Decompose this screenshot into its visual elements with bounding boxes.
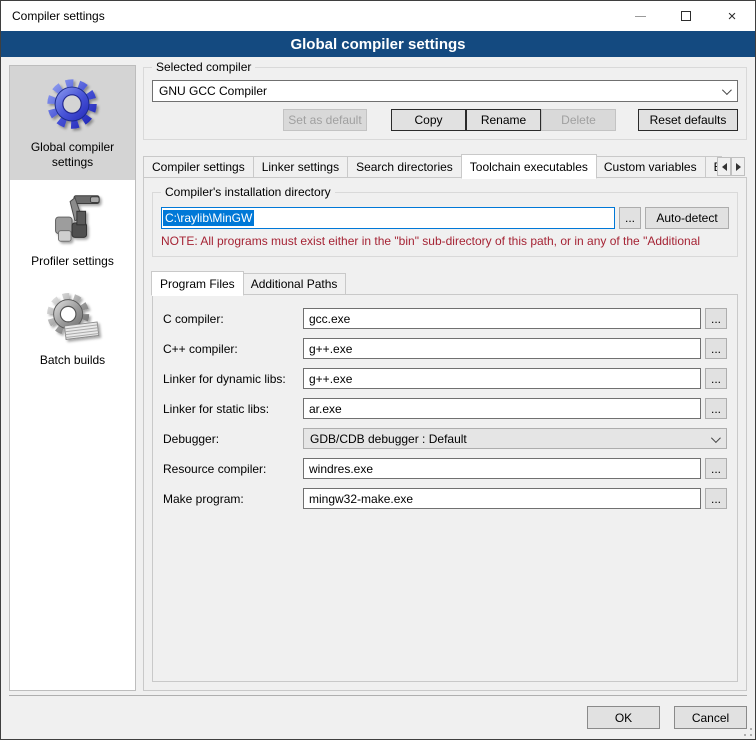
- compiler-settings-dialog: Compiler settings × Global compiler sett…: [0, 0, 756, 740]
- page-title: Global compiler settings: [1, 31, 755, 57]
- field-value: gcc.exe: [309, 312, 350, 326]
- tab-linker-settings[interactable]: Linker settings: [254, 156, 348, 178]
- browse-button[interactable]: ...: [705, 308, 727, 329]
- sidebar-item-profiler-settings[interactable]: Profiler settings: [10, 180, 135, 279]
- close-button[interactable]: ×: [709, 1, 755, 31]
- browse-button[interactable]: ...: [705, 338, 727, 359]
- toolchain-executables-panel: Compiler's installation directory C:\ray…: [143, 177, 747, 691]
- dialog-footer: OK Cancel: [9, 695, 747, 739]
- field-row-linker-dynamic: Linker for dynamic libs: g++.exe ...: [163, 368, 727, 389]
- debugger-select[interactable]: GDB/CDB debugger : Default: [303, 428, 727, 449]
- field-row-debugger: Debugger: GDB/CDB debugger : Default: [163, 428, 727, 449]
- field-row-linker-static: Linker for static libs: ar.exe ...: [163, 398, 727, 419]
- bin-subdirectory-note: NOTE: All programs must exist either in …: [161, 234, 729, 248]
- installation-directory-input[interactable]: C:\raylib\MinGW: [161, 207, 615, 229]
- browse-button[interactable]: ...: [705, 458, 727, 479]
- tab-custom-variables[interactable]: Custom variables: [596, 156, 706, 178]
- field-label: C compiler:: [163, 312, 303, 326]
- minimize-icon: [635, 16, 646, 17]
- batch-builds-icon: [42, 287, 104, 349]
- tab-compiler-settings[interactable]: Compiler settings: [143, 156, 254, 178]
- tab-program-files[interactable]: Program Files: [151, 271, 244, 296]
- resource-compiler-input[interactable]: windres.exe: [303, 458, 701, 479]
- field-label: Resource compiler:: [163, 462, 303, 476]
- linker-static-input[interactable]: ar.exe: [303, 398, 701, 419]
- maximize-icon: [681, 11, 691, 21]
- chevron-down-icon: [711, 433, 721, 443]
- browse-button[interactable]: ...: [705, 398, 727, 419]
- browse-directory-button[interactable]: ...: [619, 207, 641, 229]
- field-value: windres.exe: [309, 462, 373, 476]
- field-label: Linker for dynamic libs:: [163, 372, 303, 386]
- tab-scroll-right-button[interactable]: [731, 157, 745, 176]
- tab-search-directories[interactable]: Search directories: [348, 156, 462, 178]
- resize-grip[interactable]: [744, 728, 752, 736]
- field-value: ar.exe: [309, 402, 342, 416]
- ok-button[interactable]: OK: [587, 706, 660, 729]
- program-files-panel: C compiler: gcc.exe ... C++ compiler: g+…: [152, 294, 738, 682]
- tab-scroll-left-button[interactable]: [717, 157, 731, 176]
- rename-button[interactable]: Rename: [466, 109, 541, 131]
- chevron-down-icon: [722, 85, 732, 95]
- sidebar-item-label: Profiler settings: [14, 254, 131, 269]
- selected-compiler-group-label: Selected compiler: [152, 60, 255, 74]
- copy-button[interactable]: Copy: [391, 109, 466, 131]
- set-as-default-button[interactable]: Set as default: [283, 109, 367, 131]
- gear-blue-icon: [42, 74, 104, 136]
- field-label: C++ compiler:: [163, 342, 303, 356]
- reset-defaults-button[interactable]: Reset defaults: [638, 109, 738, 131]
- cpp-compiler-input[interactable]: g++.exe: [303, 338, 701, 359]
- field-value: mingw32-make.exe: [309, 492, 413, 506]
- c-compiler-input[interactable]: gcc.exe: [303, 308, 701, 329]
- field-value: g++.exe: [309, 342, 352, 356]
- close-icon: ×: [728, 9, 737, 24]
- sidebar-item-global-compiler-settings[interactable]: Global compiler settings: [10, 66, 135, 180]
- sidebar-item-label: Batch builds: [14, 353, 131, 368]
- settings-sidebar: Global compiler settings Profiler settin…: [9, 65, 136, 691]
- profiler-icon: [42, 188, 104, 250]
- arrow-left-icon: [718, 163, 727, 171]
- tab-toolchain-executables[interactable]: Toolchain executables: [461, 154, 597, 179]
- field-row-c-compiler: C compiler: gcc.exe ...: [163, 308, 727, 329]
- compiler-select[interactable]: GNU GCC Compiler: [152, 80, 738, 102]
- settings-tabs: Compiler settings Linker settings Search…: [143, 154, 747, 178]
- field-label: Make program:: [163, 492, 303, 506]
- browse-button[interactable]: ...: [705, 368, 727, 389]
- installation-directory-group-label: Compiler's installation directory: [161, 185, 335, 199]
- tab-additional-paths[interactable]: Additional Paths: [243, 273, 347, 295]
- debugger-select-value: GDB/CDB debugger : Default: [310, 432, 467, 446]
- make-program-input[interactable]: mingw32-make.exe: [303, 488, 701, 509]
- installation-directory-group: Compiler's installation directory C:\ray…: [152, 192, 738, 257]
- title-bar[interactable]: Compiler settings ×: [1, 1, 755, 31]
- auto-detect-button[interactable]: Auto-detect: [645, 207, 729, 229]
- installation-directory-value: C:\raylib\MinGW: [163, 210, 254, 226]
- minimize-button[interactable]: [617, 1, 663, 31]
- delete-button[interactable]: Delete: [541, 109, 616, 131]
- cancel-button[interactable]: Cancel: [674, 706, 747, 729]
- selected-compiler-group: Selected compiler GNU GCC Compiler Set a…: [143, 67, 747, 140]
- field-row-resource-compiler: Resource compiler: windres.exe ...: [163, 458, 727, 479]
- browse-button[interactable]: ...: [705, 488, 727, 509]
- sidebar-item-batch-builds[interactable]: Batch builds: [10, 279, 135, 378]
- window-title: Compiler settings: [1, 9, 105, 23]
- field-row-make-program: Make program: mingw32-make.exe ...: [163, 488, 727, 509]
- maximize-button[interactable]: [663, 1, 709, 31]
- linker-dynamic-input[interactable]: g++.exe: [303, 368, 701, 389]
- arrow-right-icon: [736, 163, 745, 171]
- field-value: g++.exe: [309, 372, 352, 386]
- field-row-cpp-compiler: C++ compiler: g++.exe ...: [163, 338, 727, 359]
- compiler-select-value: GNU GCC Compiler: [159, 84, 267, 98]
- field-label: Linker for static libs:: [163, 402, 303, 416]
- sidebar-item-label: Global compiler settings: [14, 140, 131, 170]
- field-label: Debugger:: [163, 432, 303, 446]
- program-files-tabs: Program Files Additional Paths: [152, 271, 738, 295]
